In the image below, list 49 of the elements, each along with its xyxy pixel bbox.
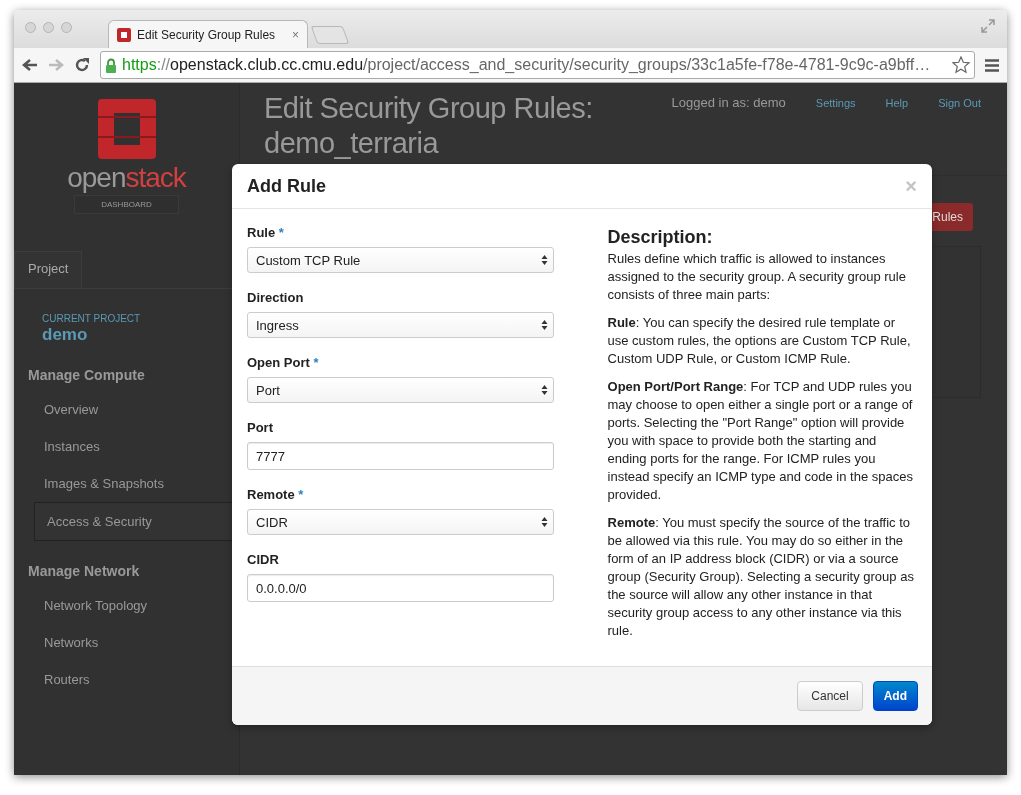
nav-section-heading: Manage Network (28, 563, 141, 579)
menu-icon[interactable] (985, 58, 999, 72)
address-bar[interactable]: https://openstack.club.cc.cmu.edu/project/access_and_security/security_groups/33c1a5fe-f78e-4781-9c9c-a9bff… (100, 51, 975, 79)
select-field[interactable]: Ingress (247, 312, 554, 338)
login-status: Logged in as: demo (671, 95, 786, 112)
nav-item[interactable]: Images & Snapshots (14, 465, 164, 502)
description-paragraph: Rules define which traffic is allowed to instances assigned to the security group. A security group rule consists of three main parts: (607, 250, 907, 304)
back-icon[interactable] (22, 58, 38, 72)
field-label: Rule * (247, 225, 285, 241)
nav-item[interactable]: Instances (14, 428, 100, 465)
description-heading: Description: (607, 226, 714, 249)
nav-item[interactable]: Overview (14, 391, 99, 428)
field-label: Direction (247, 290, 305, 306)
lock-icon (105, 57, 117, 73)
current-project-label: CURRENT PROJECT (42, 313, 142, 324)
description-paragraph: Remote: You must specify the source of the traffic to be allowed via this rule. You may do so either in the form of an IP address block (CIDR) or via a source group (Security Group). Selecting a security group as the source will allow any other instance in that security group access to any other instance via this rule. (607, 514, 915, 640)
page-title: Edit Security Group Rules: demo_terraria (264, 91, 594, 161)
select-field[interactable]: CIDR (247, 509, 554, 535)
select-field[interactable]: Custom TCP Rule (247, 247, 554, 273)
nav-item[interactable]: Networks (14, 624, 99, 661)
nav-item[interactable]: Network Topology (14, 587, 148, 624)
select-field[interactable]: Port (247, 377, 554, 403)
add-button[interactable]: Add (872, 681, 918, 711)
logo-tagline: DASHBOARD (74, 195, 179, 214)
bookmark-star-icon[interactable] (952, 56, 970, 74)
dropdown-arrows-icon (540, 319, 548, 331)
field-label: Remote * (247, 487, 305, 503)
dropdown-arrows-icon (540, 254, 548, 266)
current-project-name: demo (42, 325, 89, 345)
dropdown-arrows-icon (540, 384, 548, 396)
tab-close-button[interactable]: × (292, 27, 299, 42)
browser-tab[interactable]: Edit Security Group Rules × (108, 20, 308, 48)
input-field[interactable]: 0.0.0.0/0 (247, 574, 554, 602)
nav-item[interactable]: Routers (14, 661, 90, 698)
logo-wordmark: openstack (67, 163, 186, 193)
site-favicon-icon (117, 27, 131, 42)
input-field[interactable]: 7777 (247, 442, 554, 470)
reload-icon[interactable] (74, 57, 90, 73)
header-link[interactable]: Sign Out (938, 95, 981, 175)
modal-title: Add Rule (247, 175, 326, 197)
description-paragraph: Rule: You can specify the desired rule template or use custom rules, the options are Custom TCP Rule, Custom UDP Rule, or Custom ICMP Rule. (607, 314, 912, 368)
field-label: Port (247, 420, 274, 436)
dropdown-arrows-icon (540, 516, 548, 528)
nav-section-heading: Manage Compute (28, 367, 146, 383)
field-label: CIDR (247, 552, 280, 568)
project-tab[interactable]: Project (14, 251, 83, 288)
cancel-button[interactable]: Cancel (797, 681, 863, 711)
description-paragraph: Open Port/Port Range: For TCP and UDP rules you may choose to open either a single port or a range of ports. Selecting the "Port Range" option will provide you with space to provide both the starting and ending ports for the range. For ICMP rules you instead specify an ICMP type and code in the spaces provided. (607, 378, 914, 504)
field-label: Open Port * (247, 355, 320, 371)
